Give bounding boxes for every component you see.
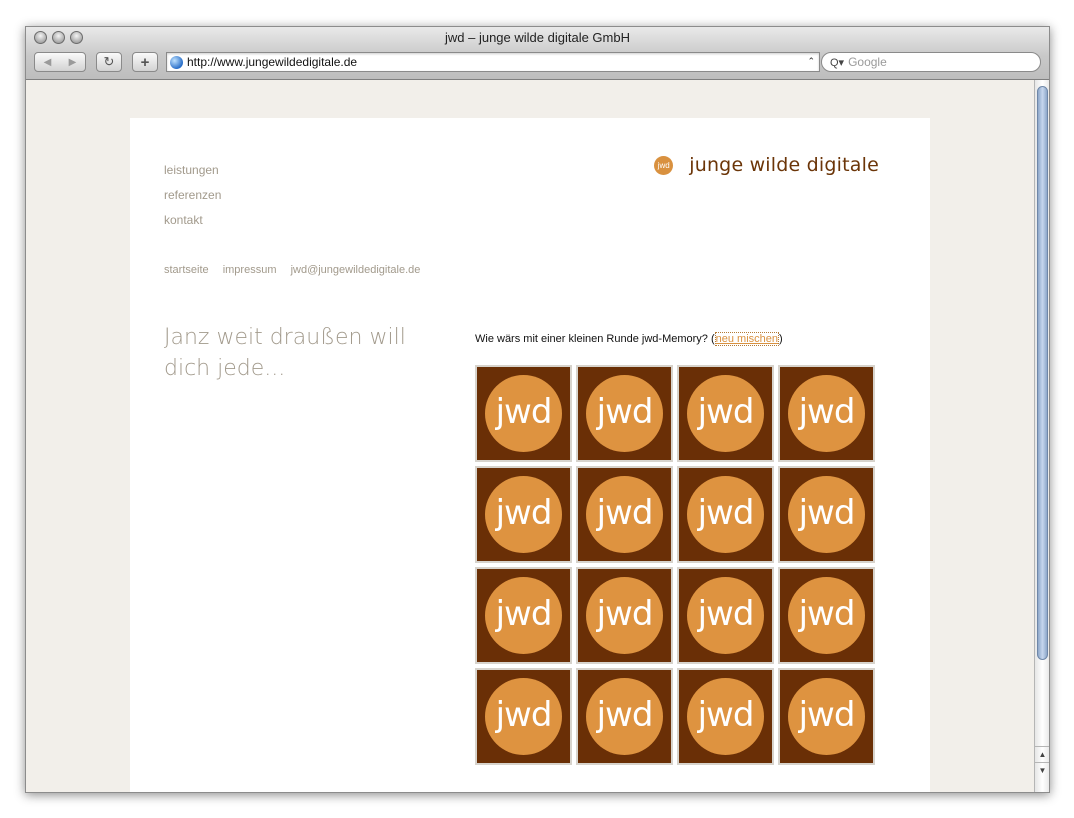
card-label: jwd bbox=[596, 694, 654, 735]
memory-card[interactable]: jwd bbox=[677, 567, 774, 664]
content-page: leistungen referenzen kontakt jwd junge … bbox=[130, 118, 930, 792]
title-bar: jwd – junge wilde digitale GmbH ◀ ▶ ↻ + … bbox=[26, 27, 1049, 80]
card-label: jwd bbox=[495, 391, 553, 432]
memory-card[interactable]: jwd bbox=[778, 567, 875, 664]
card-label: jwd bbox=[596, 593, 654, 634]
memory-card[interactable]: jwd bbox=[576, 567, 673, 664]
browser-window: jwd – junge wilde digitale GmbH ◀ ▶ ↻ + … bbox=[25, 26, 1050, 793]
memory-card[interactable]: jwd bbox=[475, 567, 572, 664]
card-logo-icon: jwd bbox=[586, 375, 663, 452]
memory-prompt-closing: ) bbox=[779, 333, 783, 345]
card-logo-icon: jwd bbox=[586, 678, 663, 755]
scroll-up-arrow-icon[interactable]: ▲ bbox=[1035, 746, 1049, 762]
add-bookmark-button[interactable]: + bbox=[132, 52, 158, 72]
page-viewport: leistungen referenzen kontakt jwd junge … bbox=[26, 80, 1034, 792]
nav-link-referenzen[interactable]: referenzen bbox=[164, 183, 221, 208]
vertical-scrollbar[interactable]: ▲ ▼ bbox=[1034, 80, 1049, 792]
card-label: jwd bbox=[596, 391, 654, 432]
tagline: Janz weit draußen will dich jede... bbox=[164, 325, 406, 381]
address-bar[interactable]: http://www.jungewildedigitale.de ⌃ bbox=[166, 52, 820, 72]
memory-card[interactable]: jwd bbox=[778, 466, 875, 563]
memory-grid: jwd jwd jwd jwd jwd jwd jwd jwd jwd jwd … bbox=[475, 365, 875, 765]
card-label: jwd bbox=[495, 492, 553, 533]
card-label: jwd bbox=[798, 391, 856, 432]
shuffle-link[interactable]: neu mischen bbox=[714, 332, 780, 346]
memory-card[interactable]: jwd bbox=[576, 668, 673, 765]
card-logo-icon: jwd bbox=[485, 678, 562, 755]
brand[interactable]: jwd junge wilde digitale bbox=[654, 154, 879, 176]
card-logo-icon: jwd bbox=[485, 375, 562, 452]
card-label: jwd bbox=[495, 593, 553, 634]
brand-name: junge wilde digitale bbox=[689, 154, 879, 176]
window-title: jwd – junge wilde digitale GmbH bbox=[445, 30, 630, 45]
card-label: jwd bbox=[495, 694, 553, 735]
memory-prompt: Wie wärs mit einer kleinen Runde jwd-Mem… bbox=[475, 332, 783, 346]
globe-icon bbox=[170, 55, 183, 69]
card-label: jwd bbox=[697, 593, 755, 634]
card-logo-icon: jwd bbox=[586, 476, 663, 553]
subnav-link-startseite[interactable]: startseite bbox=[164, 264, 209, 276]
memory-prompt-text: Wie wärs mit einer kleinen Runde jwd-Mem… bbox=[475, 333, 715, 345]
memory-card[interactable]: jwd bbox=[778, 668, 875, 765]
jwd-logo-icon: jwd bbox=[654, 155, 674, 175]
forward-button[interactable]: ▶ bbox=[60, 57, 85, 68]
memory-card[interactable]: jwd bbox=[677, 668, 774, 765]
nav-link-kontakt[interactable]: kontakt bbox=[164, 208, 221, 233]
back-forward-group: ◀ ▶ bbox=[34, 52, 86, 72]
memory-card[interactable]: jwd bbox=[475, 668, 572, 765]
scrollbar-thumb[interactable] bbox=[1037, 86, 1048, 660]
card-logo-icon: jwd bbox=[788, 375, 865, 452]
back-button[interactable]: ◀ bbox=[35, 57, 60, 68]
card-label: jwd bbox=[697, 391, 755, 432]
card-logo-icon: jwd bbox=[485, 577, 562, 654]
card-logo-icon: jwd bbox=[586, 577, 663, 654]
search-placeholder: Google bbox=[848, 55, 887, 69]
memory-card[interactable]: jwd bbox=[576, 466, 673, 563]
card-logo-icon: jwd bbox=[788, 577, 865, 654]
reload-button[interactable]: ↻ bbox=[96, 52, 122, 72]
memory-card[interactable]: jwd bbox=[475, 466, 572, 563]
memory-card[interactable]: jwd bbox=[778, 365, 875, 462]
card-logo-icon: jwd bbox=[788, 476, 865, 553]
subnav-link-email[interactable]: jwd@jungewildedigitale.de bbox=[291, 264, 421, 276]
card-logo-icon: jwd bbox=[485, 476, 562, 553]
card-label: jwd bbox=[798, 492, 856, 533]
card-logo-icon: jwd bbox=[687, 476, 764, 553]
sub-nav: startseite impressum jwd@jungewildedigit… bbox=[164, 264, 431, 276]
search-field[interactable]: Q▾ Google bbox=[821, 52, 1041, 72]
card-label: jwd bbox=[798, 694, 856, 735]
main-nav: leistungen referenzen kontakt bbox=[164, 158, 221, 233]
card-logo-icon: jwd bbox=[687, 375, 764, 452]
url-dropdown-icon[interactable]: ⌃ bbox=[807, 56, 815, 67]
card-label: jwd bbox=[798, 593, 856, 634]
memory-card[interactable]: jwd bbox=[677, 365, 774, 462]
scroll-down-arrow-icon[interactable]: ▼ bbox=[1035, 762, 1049, 778]
url-text[interactable]: http://www.jungewildedigitale.de bbox=[187, 55, 357, 69]
search-icon[interactable]: Q▾ bbox=[830, 56, 844, 69]
card-label: jwd bbox=[697, 694, 755, 735]
subnav-link-impressum[interactable]: impressum bbox=[223, 264, 277, 276]
card-logo-icon: jwd bbox=[788, 678, 865, 755]
card-logo-icon: jwd bbox=[687, 577, 764, 654]
memory-card[interactable]: jwd bbox=[576, 365, 673, 462]
card-label: jwd bbox=[697, 492, 755, 533]
card-logo-icon: jwd bbox=[687, 678, 764, 755]
memory-card[interactable]: jwd bbox=[677, 466, 774, 563]
memory-card[interactable]: jwd bbox=[475, 365, 572, 462]
card-label: jwd bbox=[596, 492, 654, 533]
nav-link-leistungen[interactable]: leistungen bbox=[164, 158, 221, 183]
